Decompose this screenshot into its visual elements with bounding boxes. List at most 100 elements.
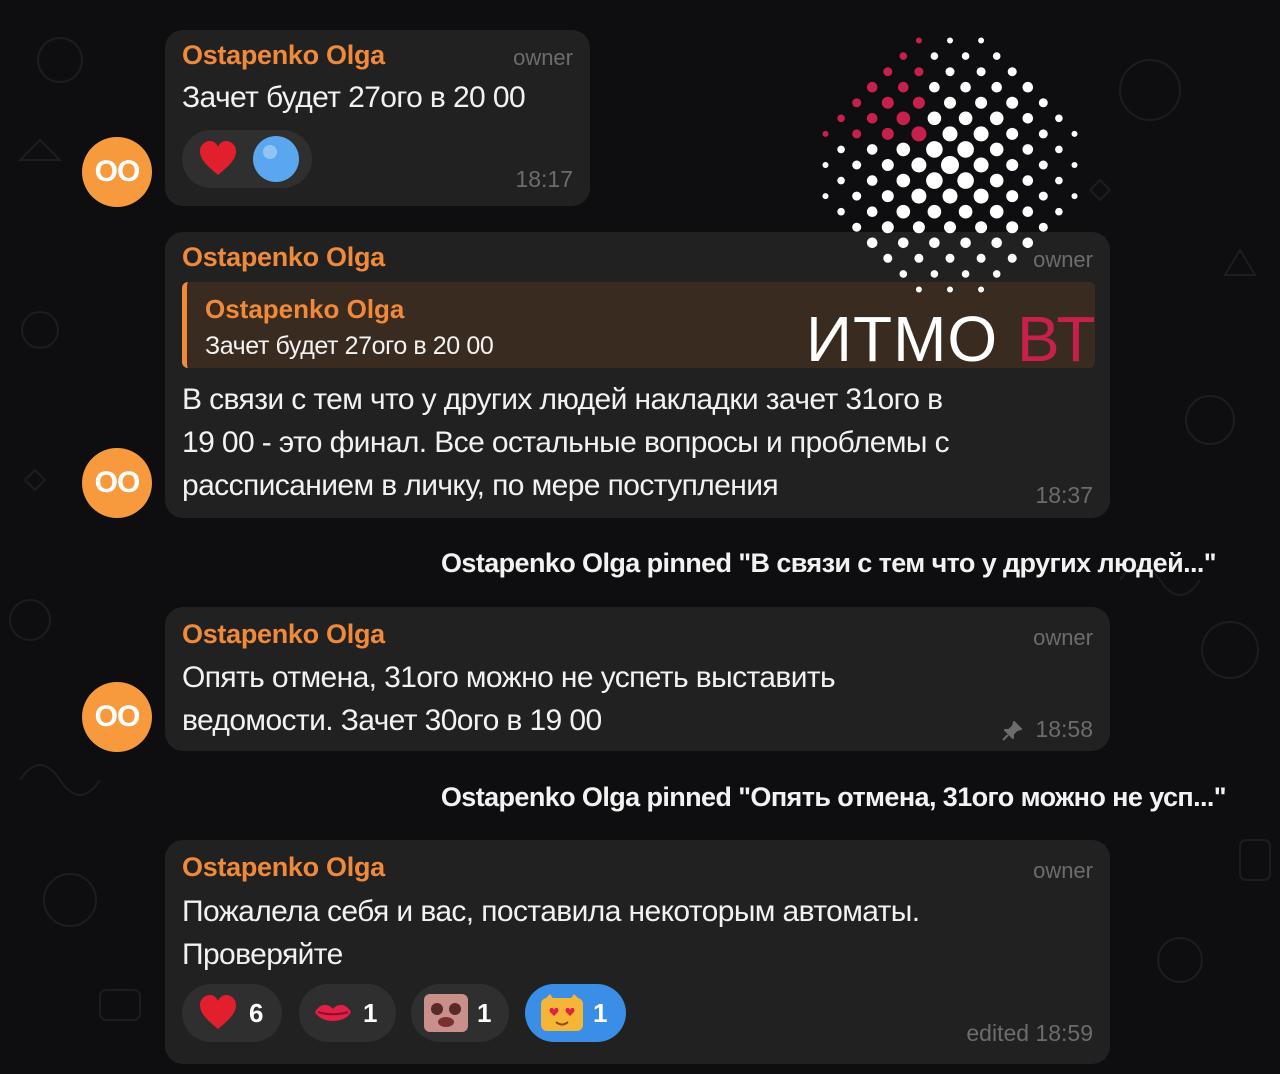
reaction-kiss[interactable]: 1	[299, 984, 396, 1042]
logo-dot	[1038, 98, 1048, 108]
logo-dot	[1038, 129, 1048, 139]
message-time: 18:17	[515, 166, 573, 192]
logo-dot	[926, 141, 943, 158]
logo-dot	[914, 253, 924, 263]
logo-dot	[866, 81, 878, 93]
logo-dot	[976, 67, 986, 77]
logo-dot	[957, 141, 974, 158]
logo-dot	[822, 130, 829, 137]
message-time: edited 18:59	[966, 1020, 1093, 1046]
message-time: 18:58	[1035, 716, 1093, 742]
logo-dot	[929, 81, 940, 93]
message-text-line: В связи с тем что у других людей накладк…	[182, 383, 943, 416]
logo-dot	[989, 173, 1004, 188]
message-text: Пожалела себя и вас, поставила некоторым…	[182, 890, 920, 976]
sender-name[interactable]: Ostapenko Olga	[182, 619, 385, 650]
logo-dot	[883, 67, 893, 77]
avatar[interactable]: OO	[82, 137, 152, 207]
logo-dot	[926, 172, 943, 189]
logo-dot	[1055, 176, 1063, 185]
logo-dot	[1006, 159, 1019, 171]
message-time: 18:37	[1035, 482, 1093, 508]
owner-badge: owner	[1033, 625, 1093, 650]
logo-dot	[1022, 175, 1034, 186]
logo-dot	[973, 157, 989, 173]
avatar[interactable]: OO	[82, 448, 152, 518]
logo-dot	[1038, 160, 1048, 170]
logo-dot	[852, 222, 862, 232]
logo-dot	[1038, 222, 1048, 232]
message-text-line: Проверяйте	[182, 938, 343, 971]
logo-dot	[957, 172, 974, 189]
logo-dot	[911, 188, 927, 204]
logo-dot	[929, 237, 940, 249]
logo-dot	[978, 286, 985, 293]
logo-dot	[1022, 144, 1034, 155]
logo-dot	[960, 237, 971, 249]
itmo-vt-logo: ИТМО ВТ	[800, 30, 1100, 375]
message-text: Опять отмена, 31ого можно не успеть выст…	[182, 656, 836, 742]
logo-dot	[992, 270, 1001, 278]
logo-dot	[881, 127, 894, 140]
logo-dot	[944, 221, 956, 234]
logo-dot	[961, 270, 970, 278]
pinned-service-message[interactable]: Ostapenko Olga pinned "В связи с тем что…	[441, 548, 1217, 579]
logo-dot	[822, 162, 829, 168]
logo-dot	[1071, 193, 1078, 200]
sender-name[interactable]: Ostapenko Olga	[182, 242, 385, 273]
logo-dot	[960, 81, 971, 93]
logo-dot	[852, 191, 862, 201]
message-text-line: Опять отмена, 31ого можно не успеть выст…	[182, 661, 836, 694]
sender-name[interactable]: Ostapenko Olga	[182, 40, 385, 71]
logo-dot	[883, 253, 893, 263]
reaction-count: 1	[593, 998, 608, 1028]
message-text-line: Пожалела себя и вас, поставила некоторым…	[182, 895, 920, 928]
reaction-count: 1	[477, 998, 492, 1028]
logo-dot	[989, 111, 1004, 126]
reaction-heart[interactable]: 6	[182, 984, 282, 1042]
logo-dot	[1006, 221, 1019, 234]
message-bubble[interactable]: Ostapenko Olga owner Зачет будет 27ого в…	[165, 30, 590, 206]
avatar[interactable]: OO	[82, 682, 152, 752]
logo-dot	[837, 207, 845, 216]
logo-dot	[881, 221, 894, 234]
reaction-count: 6	[249, 998, 264, 1028]
logo-dot	[866, 237, 878, 249]
logo-dot	[899, 270, 908, 278]
reaction-group[interactable]	[182, 130, 312, 188]
logo-dot	[915, 37, 922, 44]
logo-dot	[930, 52, 939, 60]
heart-eyes-cat-icon	[541, 994, 583, 1031]
logo-dot	[947, 37, 953, 44]
pin-icon	[1002, 721, 1022, 741]
logo-dot	[896, 204, 911, 219]
logo-text: ИТМО ВТ	[806, 302, 1096, 376]
pinned-service-message[interactable]: Ostapenko Olga pinned "Опять отмена, 31о…	[441, 782, 1227, 813]
heart-icon	[200, 141, 236, 175]
logo-dot	[914, 67, 924, 77]
reaction-count: 1	[363, 998, 378, 1028]
logo-dot	[898, 237, 909, 249]
message-bubble[interactable]: Ostapenko Olga owner Опять отмена, 31ого…	[165, 607, 1110, 751]
message-text: В связи с тем что у других людей накладк…	[182, 378, 950, 507]
logo-dot	[989, 204, 1004, 219]
logo-dot	[1055, 114, 1063, 123]
logo-dot	[896, 111, 911, 126]
logo-dot	[911, 157, 927, 173]
logo-dot	[1022, 237, 1034, 249]
logo-dot	[992, 52, 1001, 60]
logo-dot	[837, 114, 845, 123]
logo-dot	[866, 144, 878, 155]
logo-dot	[1071, 162, 1078, 168]
reaction-sticker[interactable]: 1	[411, 984, 509, 1042]
logo-dot	[989, 142, 1004, 157]
logo-dot	[1022, 206, 1034, 217]
sender-name[interactable]: Ostapenko Olga	[182, 852, 385, 883]
message-text-line: 19 00 - это финал. Все остальные вопросы…	[182, 426, 950, 459]
reaction-cat[interactable]: 1	[525, 984, 626, 1042]
message-bubble[interactable]: Ostapenko Olga owner Пожалела себя и вас…	[165, 840, 1110, 1064]
logo-dot	[866, 113, 878, 124]
logo-dot	[991, 81, 1002, 93]
logo-dot	[896, 173, 911, 188]
logo-dot	[942, 188, 958, 204]
